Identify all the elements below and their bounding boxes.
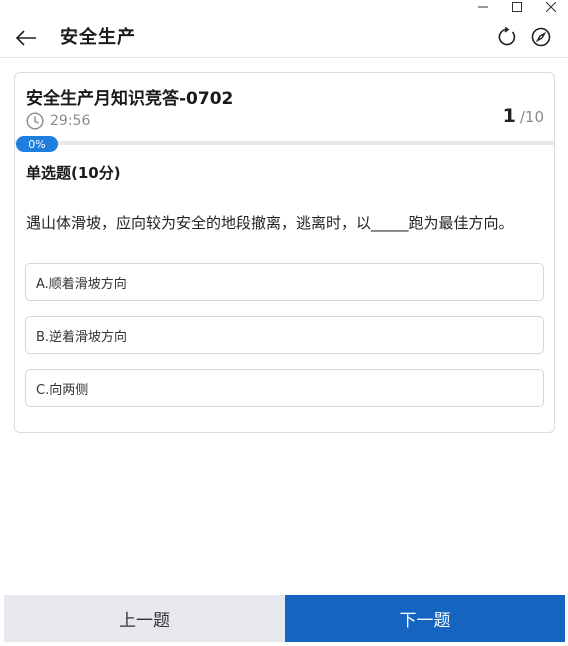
progress-badge: 0% bbox=[16, 136, 58, 152]
back-arrow-icon bbox=[15, 30, 36, 46]
option-a[interactable]: A.顺着滑坡方向 bbox=[25, 263, 544, 301]
refresh-button[interactable] bbox=[496, 26, 518, 48]
prev-question-button[interactable]: 上一题 bbox=[4, 595, 285, 642]
refresh-icon bbox=[498, 27, 516, 46]
app-header: 安全生产 bbox=[0, 14, 568, 58]
window-controls bbox=[466, 0, 568, 14]
quiz-title: 安全生产月知识竞答-0702 bbox=[26, 89, 234, 109]
close-button[interactable] bbox=[534, 0, 568, 14]
progress-bar bbox=[15, 141, 554, 145]
timer: 29:56 bbox=[26, 112, 90, 130]
maximize-button[interactable] bbox=[500, 0, 534, 14]
quiz-card: 安全生产月知识竞答-0702 29:56 1 /10 0% 单选题(10分) 遇… bbox=[14, 72, 555, 433]
maximize-icon bbox=[512, 2, 522, 12]
question-type: 单选题(10分) bbox=[26, 164, 121, 182]
question-text: 遇山体滑坡，应向较为安全的地段撤离，逃离时，以_____跑为最佳方向。 bbox=[26, 214, 514, 232]
option-b[interactable]: B.逆着滑坡方向 bbox=[25, 316, 544, 354]
timer-value: 29:56 bbox=[50, 113, 91, 129]
compass-button[interactable] bbox=[530, 26, 552, 48]
page-title: 安全生产 bbox=[60, 27, 136, 48]
question-counter: 1 /10 bbox=[503, 105, 544, 127]
total-questions: /10 bbox=[519, 108, 544, 126]
current-question-number: 1 bbox=[502, 105, 516, 127]
minimize-icon bbox=[478, 6, 488, 8]
next-question-button[interactable]: 下一题 bbox=[285, 595, 565, 642]
minimize-button[interactable] bbox=[466, 0, 500, 14]
clock-icon bbox=[26, 112, 44, 130]
back-button[interactable] bbox=[12, 24, 40, 52]
close-icon bbox=[546, 2, 556, 12]
compass-icon bbox=[531, 27, 551, 47]
option-c[interactable]: C.向两侧 bbox=[25, 369, 544, 407]
